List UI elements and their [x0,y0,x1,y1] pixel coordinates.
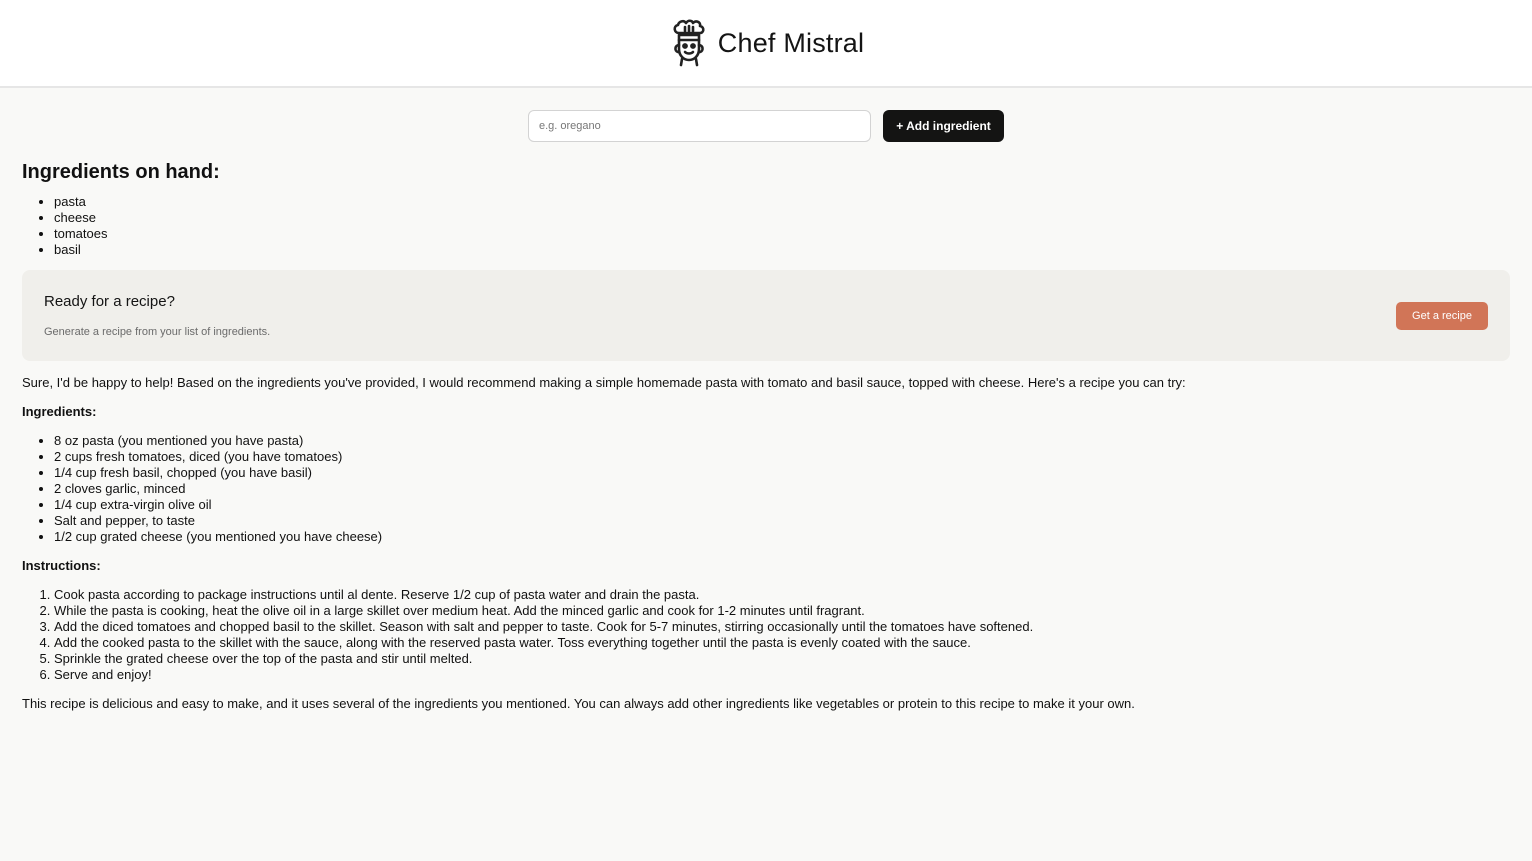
list-item: 8 oz pasta (you mentioned you have pasta… [54,433,1510,449]
chef-face-icon [668,19,710,67]
get-recipe-card: Ready for a recipe? Generate a recipe fr… [22,270,1510,361]
app-title: Chef Mistral [717,27,865,58]
list-item: 1/4 cup extra-virgin olive oil [54,497,1510,513]
main-content: + Add ingredient Ingredients on hand: pa… [0,110,1532,712]
card-text: Ready for a recipe? Generate a recipe fr… [44,293,270,338]
list-item: Add the cooked pasta to the skillet with… [54,635,1510,651]
list-item: Cook pasta according to package instruct… [54,587,1510,603]
card-title: Ready for a recipe? [44,293,175,310]
list-item: Add the diced tomatoes and chopped basil… [54,619,1510,635]
recipe-ingredients-heading: Ingredients: [22,404,97,419]
ingredients-list: pasta cheese tomatoes basil [22,194,1510,258]
ingredients-heading: Ingredients on hand: [22,161,220,183]
list-item: 2 cups fresh tomatoes, diced (you have t… [54,449,1510,465]
list-item: basil [54,242,1510,258]
list-item: Salt and pepper, to taste [54,513,1510,529]
list-item: tomatoes [54,226,1510,242]
recipe-intro: Sure, I'd be happy to help! Based on the… [22,375,1186,390]
list-item: 2 cloves garlic, minced [54,481,1510,497]
list-item: pasta [54,194,1510,210]
list-item: 1/4 cup fresh basil, chopped (you have b… [54,465,1510,481]
list-item: Sprinkle the grated cheese over the top … [54,651,1510,667]
recipe-outro: This recipe is delicious and easy to mak… [22,696,1135,711]
list-item: 1/2 cup grated cheese (you mentioned you… [54,529,1510,545]
recipe-ingredients-list: 8 oz pasta (you mentioned you have pasta… [22,433,1510,545]
list-item: While the pasta is cooking, heat the oli… [54,603,1510,619]
recipe-instructions-list: Cook pasta according to package instruct… [22,587,1510,683]
card-subtitle: Generate a recipe from your list of ingr… [44,326,271,338]
list-item: Serve and enjoy! [54,667,1510,683]
ingredient-input[interactable] [528,110,871,142]
recipe-instructions-heading: Instructions: [22,558,101,573]
get-recipe-button[interactable]: Get a recipe [1396,301,1488,330]
add-ingredient-form: + Add ingredient [0,110,1532,142]
app-header: Chef Mistral [0,0,1532,88]
recipe-response: Sure, I'd be happy to help! Based on the… [22,375,1510,712]
ingredients-section: Ingredients on hand: pasta cheese tomato… [0,160,1532,712]
add-ingredient-button[interactable]: + Add ingredient [883,110,1004,142]
list-item: cheese [54,210,1510,226]
brand: Chef Mistral [668,19,864,67]
